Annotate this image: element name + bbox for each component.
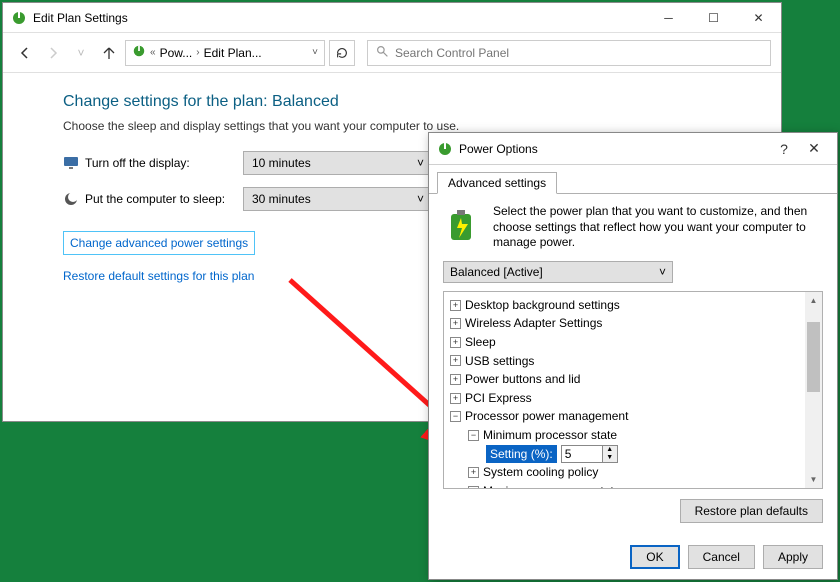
tree-node-label: Minimum processor state (483, 426, 617, 445)
maximize-button[interactable]: ☐ (691, 3, 736, 33)
tree-node[interactable]: + PCI Express (446, 389, 820, 408)
tab-bar: Advanced settings (429, 165, 837, 194)
title-bar: Edit Plan Settings ─ ☐ ✕ (3, 3, 781, 33)
breadcrumb[interactable]: « Pow... › Edit Plan... ˅ (125, 40, 325, 66)
apply-button[interactable]: Apply (763, 545, 823, 569)
tree-node-label: Sleep (465, 333, 496, 352)
tree-node-label: Wireless Adapter Settings (465, 314, 602, 333)
tree-node[interactable]: + USB settings (446, 352, 820, 371)
display-label: Turn off the display: (85, 156, 190, 170)
tree-node-label: Processor power management (465, 407, 628, 426)
minimize-button[interactable]: ─ (646, 3, 691, 33)
change-advanced-link[interactable]: Change advanced power settings (70, 236, 248, 250)
scrollbar[interactable]: ▲ ▼ (805, 292, 822, 488)
tree-node[interactable]: + System cooling policy (446, 463, 820, 482)
expand-toggle-icon[interactable]: − (468, 430, 479, 441)
tab-advanced-settings[interactable]: Advanced settings (437, 172, 557, 194)
tree-node[interactable]: + Sleep (446, 333, 820, 352)
window-title: Edit Plan Settings (33, 11, 646, 25)
tree-node-label: USB settings (465, 352, 534, 371)
expand-toggle-icon[interactable]: + (450, 318, 461, 329)
plan-selected: Balanced [Active] (450, 265, 543, 279)
chevron-down-icon: ˅ (417, 156, 424, 170)
ok-button[interactable]: OK (630, 545, 679, 569)
settings-tree: + Desktop background settings + Wireless Ad… (443, 291, 823, 489)
expand-toggle-icon[interactable]: + (450, 355, 461, 366)
tree-node[interactable]: + Desktop background settings (446, 296, 820, 315)
dialog-title: Power Options (459, 142, 769, 156)
sleep-label: Put the computer to sleep: (85, 192, 225, 206)
stepper-down[interactable]: ▼ (603, 454, 617, 462)
chevron-left-icon: « (150, 47, 156, 58)
expand-toggle-icon[interactable]: + (450, 300, 461, 311)
expand-toggle-icon[interactable]: + (450, 374, 461, 385)
restore-defaults-link[interactable]: Restore default settings for this plan (63, 269, 254, 283)
help-button[interactable]: ? (769, 141, 799, 157)
breadcrumb-root[interactable]: Pow... (160, 46, 193, 60)
scroll-up-button[interactable]: ▲ (805, 292, 822, 309)
recent-dropdown-icon[interactable]: ˅ (69, 41, 93, 65)
battery-icon (443, 204, 483, 244)
setting-label: Setting (%): (486, 445, 557, 464)
search-input[interactable] (395, 46, 762, 60)
breadcrumb-leaf[interactable]: Edit Plan... (204, 46, 262, 60)
tree-node[interactable]: −Processor power management (446, 407, 820, 426)
display-value: 10 minutes (252, 156, 311, 170)
tree-node[interactable]: + Maximum processor state (446, 482, 820, 489)
tree-node-label: Power buttons and lid (465, 370, 580, 389)
close-button[interactable]: ✕ (736, 3, 781, 33)
up-button[interactable] (97, 41, 121, 65)
plan-dropdown[interactable]: Balanced [Active] ˅ (443, 261, 673, 283)
sleep-dropdown[interactable]: 30 minutes ˅ (243, 187, 433, 211)
power-icon (132, 44, 146, 61)
tree-node-label: System cooling policy (483, 463, 598, 482)
moon-icon (63, 191, 79, 207)
page-heading: Change settings for the plan: Balanced (63, 93, 721, 111)
expand-toggle-icon[interactable]: − (450, 411, 461, 422)
scroll-down-button[interactable]: ▼ (805, 471, 822, 488)
tree-node[interactable]: + Power buttons and lid (446, 370, 820, 389)
refresh-button[interactable] (329, 40, 355, 66)
page-subheading: Choose the sleep and display settings th… (63, 119, 721, 133)
restore-plan-defaults-button[interactable]: Restore plan defaults (680, 499, 823, 523)
display-dropdown[interactable]: 10 minutes ˅ (243, 151, 433, 175)
expand-toggle-icon[interactable]: + (450, 393, 461, 404)
power-options-dialog: Power Options ? ✕ Advanced settings Sele… (428, 132, 838, 580)
dialog-body: Select the power plan that you want to c… (429, 194, 837, 533)
setting-value: 5 (562, 445, 602, 464)
tree-node[interactable]: + Wireless Adapter Settings (446, 314, 820, 333)
expand-toggle-icon[interactable]: + (450, 337, 461, 348)
chevron-down-icon[interactable]: ˅ (312, 47, 318, 58)
search-icon (376, 45, 389, 61)
tree-node[interactable]: −Minimum processor state (446, 426, 820, 445)
tree-node-label: PCI Express (465, 389, 532, 408)
tree-node-label: Maximum processor state (483, 482, 620, 489)
expand-toggle-icon[interactable]: + (468, 486, 479, 489)
scroll-thumb[interactable] (807, 322, 820, 392)
chevron-right-icon: › (196, 47, 199, 58)
chevron-down-icon: ˅ (417, 192, 424, 206)
stepper-up[interactable]: ▲ (603, 446, 617, 454)
dialog-description: Select the power plan that you want to c… (493, 204, 823, 251)
dialog-close-button[interactable]: ✕ (799, 140, 829, 157)
dialog-footer: OK Cancel Apply (630, 545, 823, 569)
navigation-bar: ˅ « Pow... › Edit Plan... ˅ (3, 33, 781, 73)
setting-value-input[interactable]: 5▲▼ (561, 445, 618, 463)
advanced-link-box: Change advanced power settings (63, 231, 255, 255)
forward-button[interactable] (41, 41, 65, 65)
sleep-value: 30 minutes (252, 192, 311, 206)
chevron-down-icon: ˅ (659, 265, 666, 279)
expand-toggle-icon[interactable]: + (468, 467, 479, 478)
tree-node-label: Desktop background settings (465, 296, 620, 315)
back-button[interactable] (13, 41, 37, 65)
dialog-description-row: Select the power plan that you want to c… (443, 204, 823, 251)
power-icon (11, 10, 27, 26)
cancel-button[interactable]: Cancel (688, 545, 755, 569)
power-icon (437, 141, 453, 157)
tree-node[interactable]: Setting (%): 5▲▼ (446, 445, 820, 464)
monitor-icon (63, 155, 79, 171)
dialog-title-bar: Power Options ? ✕ (429, 133, 837, 165)
search-box[interactable] (367, 40, 771, 66)
